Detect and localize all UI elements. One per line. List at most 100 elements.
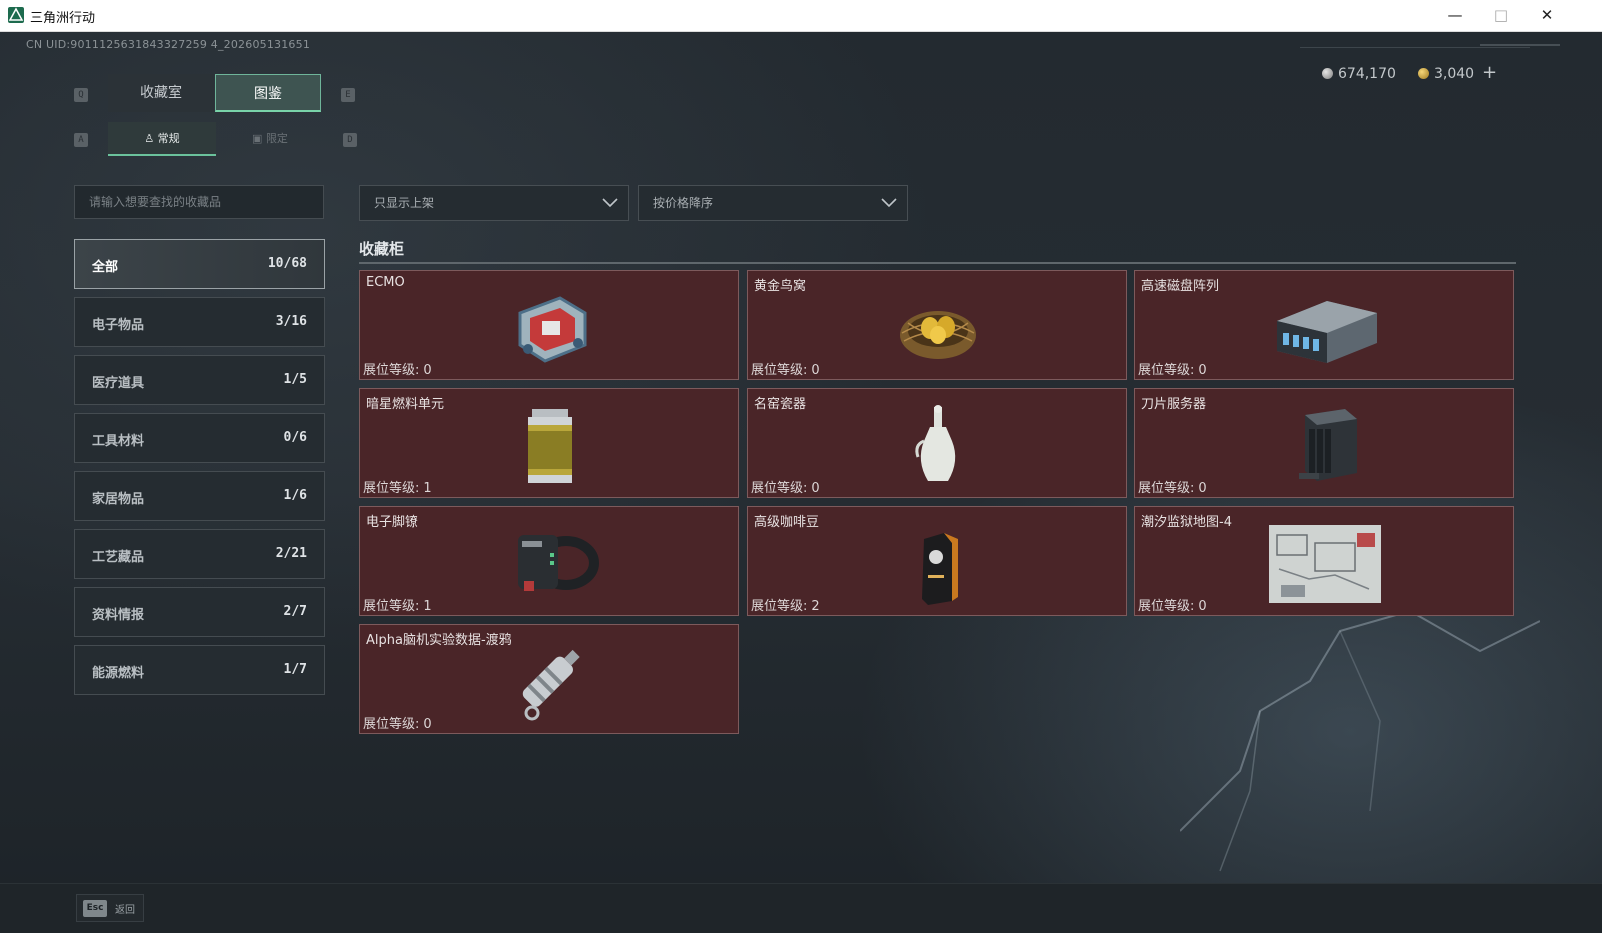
search-input[interactable]: [74, 185, 324, 219]
category-count: 10/68: [267, 256, 307, 271]
item-level: 展位等级: 1: [363, 481, 432, 496]
category-count: 1/7: [283, 662, 307, 677]
key-hint-a: A: [74, 133, 88, 147]
category-count: 2/7: [283, 604, 307, 619]
item-card-ecmo[interactable]: ECMO 展位等级: 0: [359, 270, 739, 380]
category-electronics[interactable]: 电子物品 3/16: [74, 297, 325, 347]
silver-coin-icon: [1322, 68, 1333, 79]
maximize-button[interactable]: □: [1478, 0, 1524, 31]
gold-amount: 3,040: [1434, 66, 1475, 82]
category-all[interactable]: 全部 10/68: [74, 239, 325, 289]
item-name: 高级咖啡豆: [754, 515, 820, 530]
item-card-fuel-cell[interactable]: 暗星燃料单元 展位等级: 1: [359, 388, 739, 498]
category-intel[interactable]: 资料情报 2/7: [74, 587, 325, 637]
item-level: 展位等级: 0: [751, 363, 820, 378]
tab-limited[interactable]: ▣ 限定: [216, 122, 324, 156]
gold-coin-icon: [1418, 68, 1429, 79]
section-divider: [359, 262, 1516, 264]
disk-array-icon: [1277, 301, 1377, 363]
item-level: 展位等级: 1: [363, 599, 432, 614]
item-card-electronic-shackle[interactable]: 电子脚镣 展位等级: 1: [359, 506, 739, 616]
tab-limited-label: 限定: [265, 132, 288, 145]
player-uid: CN UID:9011125631843327259 4_20260513165…: [26, 38, 311, 51]
gold-currency: 3,040: [1418, 66, 1474, 82]
image-icon: ▣: [252, 132, 266, 145]
item-name: 高速磁盘阵列: [1141, 279, 1220, 294]
category-crafts[interactable]: 工艺藏品 2/21: [74, 529, 325, 579]
shelf-filter-value: 只显示上架: [374, 196, 435, 210]
category-medical[interactable]: 医疗道具 1/5: [74, 355, 325, 405]
category-label: 家居物品: [92, 492, 145, 507]
category-label: 能源燃料: [92, 666, 145, 681]
item-name: 潮汐监狱地图-4: [1141, 515, 1232, 530]
back-label: 返回: [115, 905, 135, 916]
sort-dropdown[interactable]: 按价格降序: [638, 185, 908, 221]
item-card-alpha-data[interactable]: Alpha脑机实验数据-渡鸦 展位等级: 0: [359, 624, 739, 734]
category-count: 3/16: [275, 314, 307, 329]
key-hint-d: D: [343, 133, 357, 147]
data-capsule-icon: [522, 649, 580, 721]
category-household[interactable]: 家居物品 1/6: [74, 471, 325, 521]
chevron-down-icon: [881, 198, 897, 208]
item-level: 展位等级: 2: [751, 599, 820, 614]
category-label: 全部: [92, 260, 119, 275]
back-button[interactable]: Esc 返回: [76, 894, 144, 922]
minimize-button[interactable]: —: [1432, 0, 1478, 31]
item-level: 展位等级: 0: [751, 481, 820, 496]
add-currency-button[interactable]: +: [1482, 62, 1497, 83]
prison-map-icon: [1269, 525, 1381, 603]
coffee-beans-icon: [922, 533, 958, 605]
porcelain-vase-icon: [915, 405, 956, 481]
category-label: 电子物品: [92, 318, 145, 333]
section-title: 收藏柜: [359, 240, 405, 258]
tab-collection-room[interactable]: 收藏室: [108, 74, 214, 112]
shelf-filter-dropdown[interactable]: 只显示上架: [359, 185, 629, 221]
category-label: 工艺藏品: [92, 550, 145, 565]
sort-value: 按价格降序: [653, 196, 714, 210]
tab-catalog[interactable]: 图鉴: [215, 74, 321, 112]
item-card-prison-map[interactable]: 潮汐监狱地图-4 展位等级: 0: [1134, 506, 1514, 616]
category-label: 医疗道具: [92, 376, 145, 391]
item-level: 展位等级: 0: [1138, 363, 1207, 378]
item-name: ECMO: [366, 275, 405, 290]
item-card-blade-server[interactable]: 刀片服务器 展位等级: 0: [1134, 388, 1514, 498]
silver-amount: 674,170: [1338, 66, 1396, 82]
ecmo-machine-icon: [518, 296, 587, 363]
item-name: 名窑瓷器: [754, 397, 807, 412]
item-level: 展位等级: 0: [1138, 599, 1207, 614]
category-label: 工具材料: [92, 434, 145, 449]
category-tools[interactable]: 工具材料 0/6: [74, 413, 325, 463]
category-count: 1/5: [283, 372, 307, 387]
key-hint-e: E: [341, 88, 355, 102]
app-logo-icon: [8, 7, 24, 23]
item-card-porcelain[interactable]: 名窑瓷器 展位等级: 0: [747, 388, 1127, 498]
category-count: 0/6: [283, 430, 307, 445]
chevron-down-icon: [602, 198, 618, 208]
item-level: 展位等级: 0: [363, 717, 432, 732]
item-card-coffee-beans[interactable]: 高级咖啡豆 展位等级: 2: [747, 506, 1127, 616]
item-level: 展位等级: 0: [1138, 481, 1207, 496]
category-count: 2/21: [275, 546, 307, 561]
item-name: 电子脚镣: [366, 515, 419, 530]
category-label: 资料情报: [92, 608, 145, 623]
category-energy[interactable]: 能源燃料 1/7: [74, 645, 325, 695]
electronic-shackle-icon: [518, 535, 599, 591]
item-name: 暗星燃料单元: [366, 397, 445, 412]
golden-nest-icon: [900, 311, 976, 359]
top-divider: [1300, 47, 1530, 48]
tab-regular[interactable]: ♙ 常规: [108, 122, 216, 156]
window-title: 三角洲行动: [30, 11, 96, 26]
silver-currency: 674,170: [1322, 66, 1396, 82]
item-level: 展位等级: 0: [363, 363, 432, 378]
key-hint-q: Q: [74, 88, 88, 102]
window-titlebar: 三角洲行动 — □ ✕: [0, 0, 1602, 32]
top-divider-accent: [1480, 44, 1560, 46]
blade-server-icon: [1299, 409, 1357, 481]
tab-regular-label: 常规: [157, 132, 180, 145]
background-crack-decoration: [1180, 609, 1540, 872]
item-card-golden-nest[interactable]: 黄金鸟窝 展位等级: 0: [747, 270, 1127, 380]
item-card-disk-array[interactable]: 高速磁盘阵列 展位等级: 0: [1134, 270, 1514, 380]
close-button[interactable]: ✕: [1524, 0, 1570, 31]
fuel-cell-icon: [528, 409, 572, 483]
category-count: 1/6: [283, 488, 307, 503]
